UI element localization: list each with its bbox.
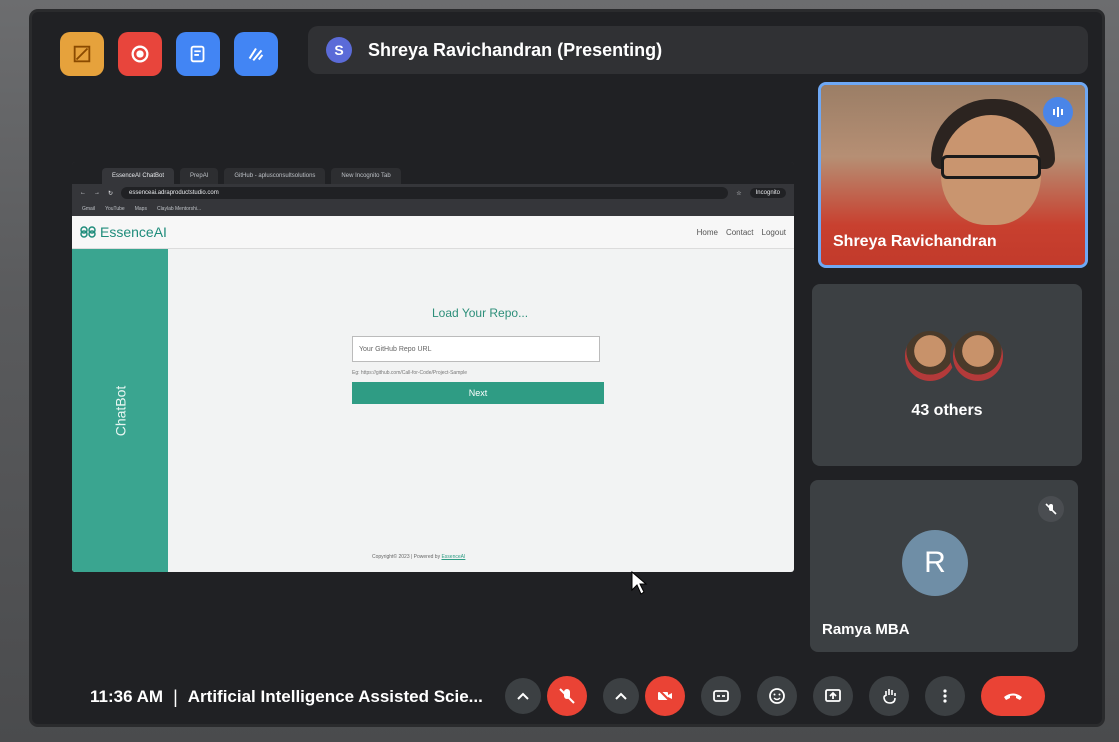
address-bar: ← → ↻ essenceai.adraproductstudio.com ☆ … bbox=[72, 184, 794, 202]
nav-contact[interactable]: Contact bbox=[726, 228, 754, 237]
participant-avatar: R bbox=[902, 530, 968, 596]
more-vertical-icon bbox=[943, 689, 947, 703]
speaker-glasses bbox=[941, 155, 1041, 179]
forward-icon[interactable]: → bbox=[94, 190, 100, 196]
more-options-button[interactable] bbox=[925, 676, 965, 716]
mic-toggle-button[interactable] bbox=[547, 676, 587, 716]
browser-tab[interactable]: PrepAI bbox=[180, 168, 219, 184]
bookmark-item[interactable]: Maps bbox=[135, 206, 147, 212]
browser-tab[interactable]: EssenceAI ChatBot bbox=[102, 168, 175, 184]
browser-tab[interactable]: GitHub - aplusconsultsolutions bbox=[224, 168, 326, 184]
emoji-icon bbox=[769, 688, 785, 704]
bookmarks-bar: Gmail YouTube Maps Claylab Mentorshi... bbox=[72, 202, 794, 216]
speaking-indicator-icon bbox=[1043, 97, 1073, 127]
site-nav: Home Contact Logout bbox=[697, 228, 786, 237]
others-count: 43 others bbox=[911, 402, 983, 419]
bookmark-item[interactable]: Gmail bbox=[82, 206, 95, 212]
url-field[interactable]: essenceai.adraproductstudio.com bbox=[121, 187, 729, 199]
mic-off-icon bbox=[559, 688, 575, 704]
browser-tab[interactable]: New Incognito Tab bbox=[331, 168, 401, 184]
presenter-label: Shreya Ravichandran (Presenting) bbox=[368, 39, 663, 60]
webpage: EssenceAI Home Contact Logout ChatBot Lo… bbox=[72, 216, 794, 572]
speaker-name: Shreya Ravichandran bbox=[833, 233, 997, 250]
mic-off-icon bbox=[1038, 496, 1064, 522]
participant-name: Ramya MBA bbox=[822, 621, 910, 638]
bookmark-item[interactable]: Claylab Mentorshi... bbox=[157, 206, 201, 212]
meeting-info: 11:36 AM | Artificial Intelligence Assis… bbox=[90, 672, 483, 722]
shared-screen: EssenceAI ChatBot PrepAI GitHub - aplusc… bbox=[72, 162, 794, 572]
participant-avatar bbox=[950, 328, 1006, 384]
meeting-controls bbox=[505, 676, 1045, 716]
others-avatars bbox=[902, 328, 1006, 384]
leave-call-button[interactable] bbox=[981, 676, 1045, 716]
record-icon[interactable] bbox=[118, 32, 162, 76]
speaker-tile[interactable]: Shreya Ravichandran bbox=[818, 82, 1088, 268]
hand-icon bbox=[883, 689, 896, 704]
chatbot-sidebar[interactable]: ChatBot bbox=[72, 249, 168, 572]
presenter-avatar: S bbox=[326, 37, 352, 63]
present-screen-icon bbox=[825, 689, 841, 702]
logo-icon bbox=[80, 226, 96, 238]
camera-toggle-button[interactable] bbox=[645, 676, 685, 716]
captions-button[interactable] bbox=[701, 676, 741, 716]
site-logo[interactable]: EssenceAI bbox=[80, 224, 167, 240]
participant-tile[interactable]: R Ramya MBA bbox=[810, 480, 1078, 652]
site-footer: Copyright© 2023 | Powered by EssenceAI bbox=[372, 554, 465, 560]
present-button[interactable] bbox=[813, 676, 853, 716]
load-repo-heading: Load Your Repo... bbox=[432, 306, 529, 320]
nav-home[interactable]: Home bbox=[697, 228, 718, 237]
next-button[interactable]: Next bbox=[352, 382, 604, 404]
footer-text: Copyright© 2023 | Powered by bbox=[372, 554, 441, 560]
captions-icon bbox=[713, 690, 729, 702]
browser-tabs: EssenceAI ChatBot PrepAI GitHub - aplusc… bbox=[72, 162, 794, 184]
meeting-title: Artificial Intelligence Assisted Scie... bbox=[187, 687, 483, 706]
meeting-time: 11:36 AM bbox=[90, 687, 164, 706]
back-icon[interactable]: ← bbox=[80, 190, 86, 196]
activities-icon[interactable] bbox=[234, 32, 278, 76]
bookmark-star-icon[interactable]: ☆ bbox=[736, 190, 741, 197]
highlight-icon[interactable] bbox=[60, 32, 104, 76]
bookmark-item[interactable]: YouTube bbox=[105, 206, 125, 212]
presenting-bar: S Shreya Ravichandran (Presenting) bbox=[308, 26, 1088, 74]
reload-icon[interactable]: ↻ bbox=[108, 190, 113, 197]
chatbot-label: ChatBot bbox=[112, 385, 128, 436]
footer-link[interactable]: EssenceAI bbox=[441, 554, 465, 560]
meeting-separator: | bbox=[173, 686, 178, 707]
top-toolbar bbox=[60, 30, 278, 78]
reactions-button[interactable] bbox=[757, 676, 797, 716]
repo-url-hint: Eg: https://github.com/Call-for-Code/Pro… bbox=[352, 370, 468, 376]
camera-off-icon bbox=[657, 688, 673, 704]
audio-options-chevron-icon[interactable] bbox=[505, 678, 541, 714]
hang-up-icon bbox=[1004, 693, 1022, 700]
incognito-badge: Incognito bbox=[749, 188, 786, 198]
logo-text: EssenceAI bbox=[100, 224, 167, 240]
mouse-cursor-icon bbox=[631, 570, 648, 595]
raise-hand-button[interactable] bbox=[869, 676, 909, 716]
video-options-chevron-icon[interactable] bbox=[603, 678, 639, 714]
repo-url-input[interactable]: Your GitHub Repo URL bbox=[352, 336, 600, 362]
nav-logout[interactable]: Logout bbox=[762, 228, 786, 237]
others-tile[interactable]: 43 others bbox=[812, 284, 1082, 466]
notes-icon[interactable] bbox=[176, 32, 220, 76]
site-header: EssenceAI Home Contact Logout bbox=[72, 216, 794, 249]
